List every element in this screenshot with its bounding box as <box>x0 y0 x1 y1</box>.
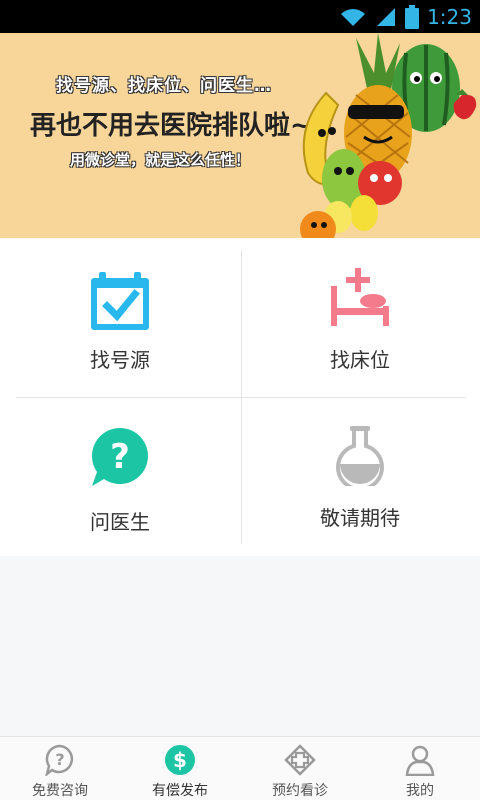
question-icon: ? <box>45 744 74 776</box>
nav-paid-post[interactable]: $ 有偿发布 <box>120 737 240 800</box>
coming-soon-item: 敬请期待 <box>240 398 480 548</box>
banner-title: 再也不用去医院排队啦~ <box>30 111 312 141</box>
ask-doctor-label: 问医生 <box>90 510 150 534</box>
nav-appointment-label: 预约看诊 <box>272 783 328 799</box>
wifi-icon <box>341 8 366 26</box>
flask-icon <box>336 426 384 486</box>
calendar-check-icon <box>91 272 149 330</box>
nav-free-consult[interactable]: ? 免费咨询 <box>0 737 120 800</box>
nav-paid-post-label: 有偿发布 <box>152 783 208 799</box>
clock-time: 1:23 <box>427 4 472 29</box>
signal-icon <box>377 7 396 26</box>
ask-doctor-button[interactable]: ? 问医生 <box>0 398 240 548</box>
nav-mine[interactable]: 我的 <box>360 737 480 800</box>
fruit-illustration <box>300 33 477 238</box>
person-icon <box>405 745 435 776</box>
bottom-navigation: ? 免费咨询 $ 有偿发布 预约看诊 我的 <box>0 736 480 800</box>
svg-text:$: $ <box>173 748 187 772</box>
coming-soon-label: 敬请期待 <box>320 506 400 530</box>
battery-icon <box>405 4 420 29</box>
find-bed-button[interactable]: 找床位 <box>240 238 480 388</box>
find-bed-label: 找床位 <box>330 348 390 372</box>
promo-banner[interactable]: 找号源、找床位、问医生… 再也不用去医院排队啦~ 用微诊堂，就是这么任性！ <box>0 33 480 238</box>
medical-cross-icon <box>284 744 316 776</box>
nav-free-consult-label: 免费咨询 <box>32 783 88 799</box>
find-source-button[interactable]: 找号源 <box>0 238 240 388</box>
nav-appointment[interactable]: 预约看诊 <box>240 737 360 800</box>
hospital-bed-icon <box>331 268 389 326</box>
dollar-icon: $ <box>165 745 195 775</box>
find-source-label: 找号源 <box>90 348 150 372</box>
status-bar: 1:23 <box>0 0 480 33</box>
svg-text:?: ? <box>110 437 130 477</box>
banner-subtitle: 找号源、找床位、问医生… <box>56 76 272 96</box>
banner-tagline: 用微诊堂，就是这么任性！ <box>70 151 251 169</box>
question-bubble-icon: ? <box>91 428 148 486</box>
svg-text:?: ? <box>55 750 64 769</box>
nav-mine-label: 我的 <box>406 783 434 799</box>
feature-grid: 找号源 找床位 ? 问医生 敬请期待 <box>0 238 480 556</box>
